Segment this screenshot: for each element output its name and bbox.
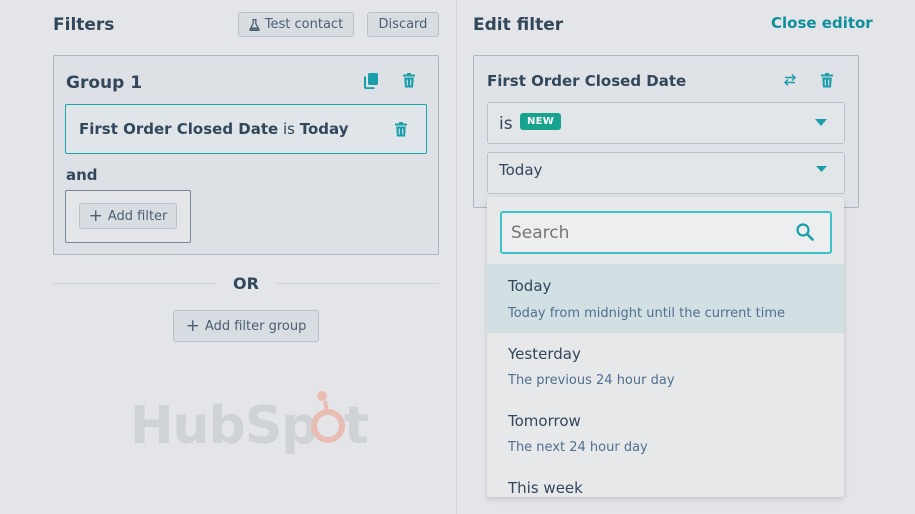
filter-rule-text: First Order Closed Date is Today: [79, 120, 349, 138]
close-editor-link[interactable]: Close editor: [771, 14, 873, 32]
or-divider-left: [53, 283, 216, 284]
clone-group-icon[interactable]: [364, 73, 378, 89]
group-title: Group 1: [66, 73, 143, 93]
discard-label: Discard: [378, 17, 428, 32]
option-description: The next 24 hour day: [508, 440, 648, 455]
svg-text:t: t: [344, 396, 368, 456]
option-label: Tomorrow: [508, 412, 581, 430]
add-filter-group-label: Add filter group: [204, 318, 307, 334]
option-yesterday[interactable]: Yesterday The previous 24 hour day: [487, 333, 844, 400]
rule-operator: is: [283, 120, 295, 138]
flask-icon: [249, 18, 260, 31]
chevron-down-icon: [816, 166, 827, 172]
discard-button[interactable]: Discard: [367, 12, 439, 37]
option-this-week[interactable]: This week: [487, 467, 844, 497]
option-today[interactable]: Today Today from midnight until the curr…: [487, 264, 844, 333]
delete-filter-icon[interactable]: [821, 73, 833, 88]
hubspot-watermark: HubSp t: [130, 388, 370, 471]
and-label: and: [66, 166, 98, 184]
rule-property: First Order Closed Date: [79, 120, 279, 138]
operator-value: is: [499, 114, 513, 134]
option-tomorrow[interactable]: Tomorrow The next 24 hour day: [487, 400, 844, 467]
or-label: OR: [233, 274, 259, 293]
test-contact-button[interactable]: Test contact: [238, 12, 354, 37]
filters-title: Filters: [53, 15, 115, 35]
option-description: Today from midnight until the current ti…: [508, 306, 786, 321]
search-icon[interactable]: [796, 223, 814, 241]
add-filter-group-button[interactable]: + Add filter group: [173, 310, 319, 342]
date-value: Today: [499, 161, 543, 179]
test-contact-label: Test contact: [264, 17, 344, 32]
chevron-down-icon: [815, 119, 827, 126]
swap-property-icon[interactable]: [783, 73, 797, 87]
delete-rule-icon[interactable]: [395, 122, 407, 137]
plus-icon: +: [88, 205, 103, 226]
property-name: First Order Closed Date: [487, 72, 687, 90]
rule-value: Today: [299, 120, 349, 138]
new-badge: NEW: [520, 113, 562, 130]
option-label: Yesterday: [508, 345, 581, 363]
search-input[interactable]: [509, 222, 789, 244]
option-description: The previous 24 hour day: [508, 373, 675, 388]
plus-icon: +: [185, 315, 200, 336]
edit-filter-title: Edit filter: [473, 15, 564, 35]
option-label: Today: [508, 277, 552, 295]
delete-group-icon[interactable]: [403, 73, 415, 88]
option-label: This week: [508, 479, 583, 497]
svg-text:HubSp: HubSp: [130, 396, 317, 456]
panel-divider: [456, 0, 457, 514]
add-filter-label: Add filter: [107, 208, 168, 224]
add-filter-button[interactable]: + Add filter: [79, 203, 177, 229]
or-divider-right: [276, 283, 439, 284]
